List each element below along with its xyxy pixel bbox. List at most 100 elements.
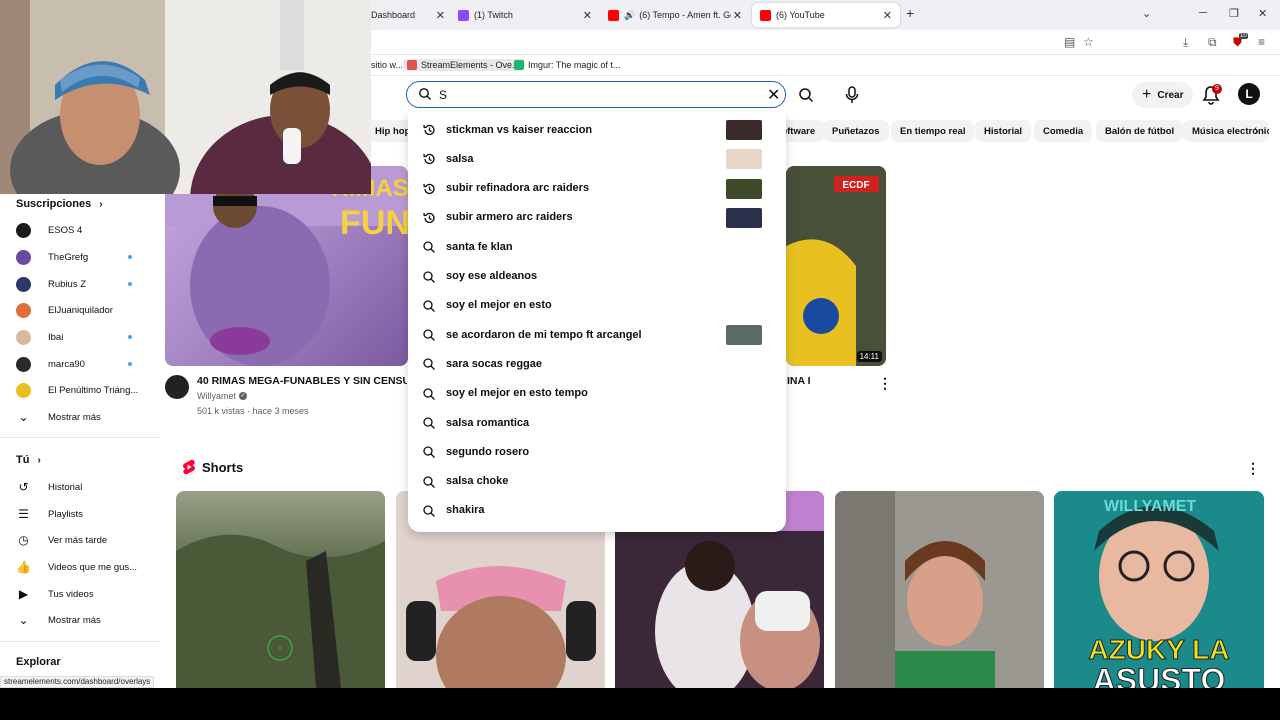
suggestion-item[interactable]: sara socas reggae: [408, 349, 786, 378]
search-icon: [423, 505, 435, 517]
short-thumbnail[interactable]: [835, 491, 1044, 688]
close-icon[interactable]: ✕: [733, 9, 742, 22]
suggestion-text: stickman vs kaiser reaccion: [446, 123, 593, 136]
sidebar-item-watch-later[interactable]: ◷ Ver más tarde: [16, 530, 146, 550]
tab-label: (6) Tempo - Amen ft. Getto: [639, 10, 731, 20]
search-box[interactable]: ✕: [406, 81, 786, 108]
suggestion-thumbnail[interactable]: [726, 120, 762, 140]
more-options-icon[interactable]: ⋮: [1246, 461, 1260, 475]
subscriptions-heading[interactable]: Suscripciones ›: [16, 198, 103, 210]
short-thumbnail[interactable]: WILLYAMET AZUKY LA ASUSTO: [1054, 491, 1264, 688]
video-title[interactable]: 40 RIMAS MEGA-FUNABLES Y SIN CENSURA: [197, 375, 407, 387]
sidebar-channel[interactable]: Rubius Z: [16, 274, 146, 294]
video-title[interactable]: INA I: [787, 375, 811, 387]
tab-tempo[interactable]: 🔊 (6) Tempo - Amen ft. Getto ✕: [600, 3, 750, 27]
suggestion-item[interactable]: santa fe klan: [408, 232, 786, 261]
sidebar-item-history[interactable]: ↺ Historial: [16, 477, 146, 497]
bookmark-label: Imgur: The magic of t...: [528, 60, 621, 70]
sidebar-item-liked[interactable]: 👍 Videos que me gus...: [16, 557, 146, 577]
chip-en-tiempo-real[interactable]: En tiempo real: [891, 120, 975, 142]
video-thumbnail[interactable]: ECDF 14:11: [786, 166, 886, 366]
channel-avatar[interactable]: [165, 375, 189, 399]
sidebar-item-playlists[interactable]: ☰ Playlists: [16, 504, 146, 524]
close-icon[interactable]: ✕: [883, 9, 892, 22]
tab-dashboard[interactable]: Dashboard ✕: [363, 3, 453, 27]
video-thumbnail[interactable]: RIMAS FUN: [165, 166, 408, 366]
letterbox-bar: [0, 688, 1280, 720]
tab-label: (1) Twitch: [474, 10, 513, 20]
tab-list-chevron-icon[interactable]: ⌄: [1142, 7, 1151, 20]
menu-icon[interactable]: ≡: [1258, 35, 1265, 49]
suggestion-item[interactable]: se acordaron de mi tempo ft arcangel: [408, 320, 786, 349]
search-input[interactable]: [439, 85, 759, 104]
suggestion-item[interactable]: soy el mejor en esto: [408, 291, 786, 320]
chip-comedia[interactable]: Comedia: [1034, 120, 1093, 142]
chip-punetazos[interactable]: Puñetazos: [823, 120, 889, 142]
tab-twitch[interactable]: (1) Twitch ✕: [450, 3, 600, 27]
search-button[interactable]: [791, 80, 821, 110]
suggestion-item[interactable]: segundo rosero: [408, 437, 786, 466]
show-more-you[interactable]: ⌄ Mostrar más: [16, 610, 146, 630]
suggestion-item[interactable]: shakira: [408, 496, 786, 525]
close-icon[interactable]: ✕: [583, 9, 592, 22]
suggestion-item[interactable]: subir armero arc raiders: [408, 203, 786, 232]
sidebar-item-your-videos[interactable]: ▶ Tus videos: [16, 584, 146, 604]
video-duration: 14:11: [856, 351, 882, 362]
tab-youtube[interactable]: (6) YouTube ✕: [752, 3, 900, 27]
close-icon[interactable]: ✕: [436, 9, 445, 22]
voice-search-button[interactable]: [837, 80, 867, 110]
thumbnail-art: RIMAS FUN: [165, 166, 408, 366]
you-heading[interactable]: Tú ›: [16, 454, 41, 466]
sidebar-channel[interactable]: El Penúltimo Triáng...: [16, 380, 146, 400]
bookmark-item[interactable]: StreamElements - Ove...: [403, 59, 524, 71]
suggestion-text: soy el mejor en esto: [446, 299, 552, 312]
suggestion-item[interactable]: salsa romantica: [408, 408, 786, 437]
minimize-icon[interactable]: ─: [1199, 7, 1207, 19]
suggestion-item[interactable]: soy el mejor en esto tempo: [408, 379, 786, 408]
suggestion-item[interactable]: soy ese aldeanos: [408, 262, 786, 291]
chevron-right-icon[interactable]: ›: [1254, 122, 1259, 138]
video-channel[interactable]: Willyamet ✓: [197, 391, 248, 401]
suggestion-text: salsa: [446, 152, 474, 165]
more-options-icon[interactable]: ⋮: [878, 376, 892, 390]
sidebar-channel[interactable]: ElJuaniquilador: [16, 300, 146, 320]
suggestion-item[interactable]: salsa choke: [408, 467, 786, 496]
sidebar-channel[interactable]: ESOS 4: [16, 220, 146, 240]
channel-name: ElJuaniquilador: [48, 304, 113, 316]
channel-avatar: [16, 302, 31, 318]
thumbnail-art: WILLYAMET AZUKY LA ASUSTO: [1054, 491, 1264, 688]
chip-historial[interactable]: Historial: [975, 120, 1032, 142]
clear-search-icon[interactable]: ✕: [767, 85, 780, 105]
create-button[interactable]: + Crear: [1132, 82, 1194, 108]
downloads-icon[interactable]: ⤓: [1183, 35, 1188, 50]
sidebar-channel[interactable]: TheGrefg: [16, 247, 146, 267]
bookmark-star-icon[interactable]: ☆: [1083, 35, 1094, 49]
sidebar-channel[interactable]: Ibai: [16, 327, 146, 347]
reader-mode-icon[interactable]: ▤: [1064, 35, 1075, 49]
bookmark-item[interactable]: Imgur: The magic of t...: [514, 60, 620, 70]
suggestion-item[interactable]: stickman vs kaiser reaccion: [408, 115, 786, 144]
sidebar-item-label: Historial: [48, 481, 83, 493]
close-window-icon[interactable]: ✕: [1258, 7, 1267, 20]
maximize-icon[interactable]: ❐: [1229, 7, 1239, 20]
account-avatar[interactable]: L: [1238, 83, 1260, 105]
chip-balon-de-futbol[interactable]: Balón de fútbol: [1096, 120, 1184, 142]
suggestion-item[interactable]: subir refinadora arc raiders: [408, 174, 786, 203]
suggestion-item[interactable]: salsa: [408, 144, 786, 173]
speaker-icon[interactable]: 🔊: [624, 10, 635, 21]
suggestion-thumbnail[interactable]: [726, 207, 762, 228]
sidebar-channel[interactable]: marca90: [16, 354, 146, 374]
suggestion-thumbnail[interactable]: [726, 178, 762, 199]
bookmark-item[interactable]: sitio w...: [371, 60, 403, 70]
show-more-subscriptions[interactable]: ⌄ Mostrar más: [16, 407, 146, 427]
short-thumbnail[interactable]: [176, 491, 385, 688]
history-icon: ↺: [18, 480, 29, 494]
chevron-down-icon: ⌄: [18, 613, 29, 627]
new-tab-button[interactable]: +: [906, 5, 914, 21]
suggestion-thumbnail[interactable]: [726, 149, 762, 170]
suggestion-thumbnail[interactable]: [726, 325, 762, 346]
sidebar-item-label: Videos que me gus...: [48, 561, 138, 573]
suggestion-text: sara socas reggae: [446, 357, 543, 370]
extensions-icon[interactable]: ⧉: [1208, 35, 1217, 50]
chevron-right-icon: ›: [99, 198, 103, 210]
